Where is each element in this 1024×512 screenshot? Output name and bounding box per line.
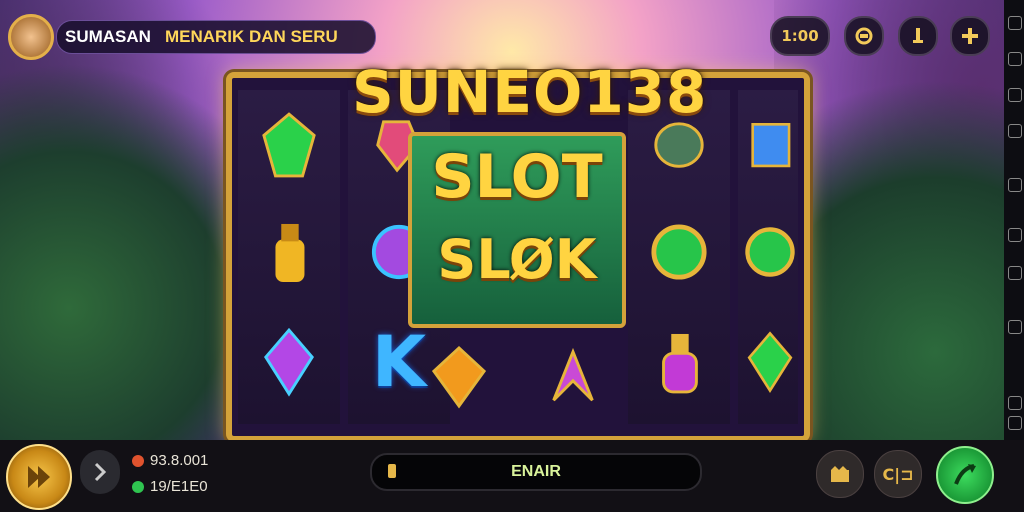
slot-text: SLOT <box>431 142 603 212</box>
reel-5 <box>738 90 798 424</box>
emerald-coin-symbol <box>634 202 724 302</box>
credit-stat: 19/E1E0 <box>132 478 208 495</box>
toolbar-icon[interactable] <box>1008 416 1022 430</box>
coin-icon <box>132 454 144 467</box>
plus-icon <box>962 28 978 44</box>
gold-bottle-symbol <box>244 202 334 302</box>
toolbar-icon[interactable] <box>1008 88 1022 102</box>
emerald-coin-symbol <box>744 202 796 302</box>
toolbar-icon[interactable] <box>1008 178 1022 192</box>
add-button[interactable] <box>950 16 990 56</box>
spin-button[interactable] <box>936 446 994 504</box>
tagline: MENARIK DAN SERU <box>164 27 338 46</box>
sapphire-symbol <box>744 96 796 196</box>
refresh-button[interactable] <box>844 16 884 56</box>
info-icon <box>913 28 923 43</box>
reel-4 <box>628 90 730 424</box>
ribbon-symbol <box>522 328 624 424</box>
menu-button-label: C|⊐ <box>882 464 914 484</box>
balance-stat: 93.8.001 <box>132 452 208 469</box>
refresh-icon <box>855 27 873 45</box>
purple-crystal-symbol <box>244 312 334 412</box>
green-gem-symbol <box>244 96 334 196</box>
avatar[interactable] <box>8 14 54 60</box>
green-crystal-symbol <box>744 312 796 412</box>
castle-button[interactable] <box>816 450 864 498</box>
reel-1 <box>238 90 340 424</box>
back-arrow-icon <box>94 462 107 482</box>
toolbar-icon[interactable] <box>1008 228 1022 242</box>
center-logo-panel: SLOT SLØK <box>408 132 626 328</box>
game-logo: SUNEO138 <box>352 58 708 126</box>
spin-arrow-icon <box>954 464 976 485</box>
title-pill: SUMASAN MENARIK DAN SERU <box>56 20 376 54</box>
toolbar-icon[interactable] <box>1008 320 1022 334</box>
status-bar: ENAIR <box>370 453 702 491</box>
bet-value-button[interactable]: 1:00 <box>770 16 830 56</box>
menu-button[interactable]: C|⊐ <box>874 450 922 498</box>
toolbar-icon[interactable] <box>1008 396 1022 410</box>
bet-value: 1:00 <box>781 27 819 45</box>
auto-spin-button[interactable] <box>6 444 72 510</box>
castle-icon <box>831 466 849 482</box>
status-label: ENAIR <box>511 463 561 480</box>
brand-name: SUMASAN <box>65 27 151 46</box>
info-button[interactable] <box>898 16 938 56</box>
side-toolbar <box>1004 0 1024 440</box>
toolbar-icon[interactable] <box>1008 266 1022 280</box>
double-arrow-icon <box>28 466 50 488</box>
potion-symbol <box>634 312 724 412</box>
jungle-background-left <box>0 0 230 440</box>
balance-value: 93.8.001 <box>150 452 209 469</box>
amber-gem-symbol <box>408 328 510 424</box>
slok-text: SLØK <box>437 228 597 291</box>
toolbar-icon[interactable] <box>1008 124 1022 138</box>
toolbar-icon[interactable] <box>1008 16 1022 30</box>
shield-check-icon <box>132 480 144 493</box>
back-arrow-button[interactable] <box>80 450 120 494</box>
toolbar-icon[interactable] <box>1008 52 1022 66</box>
credit-value: 19/E1E0 <box>150 478 208 495</box>
